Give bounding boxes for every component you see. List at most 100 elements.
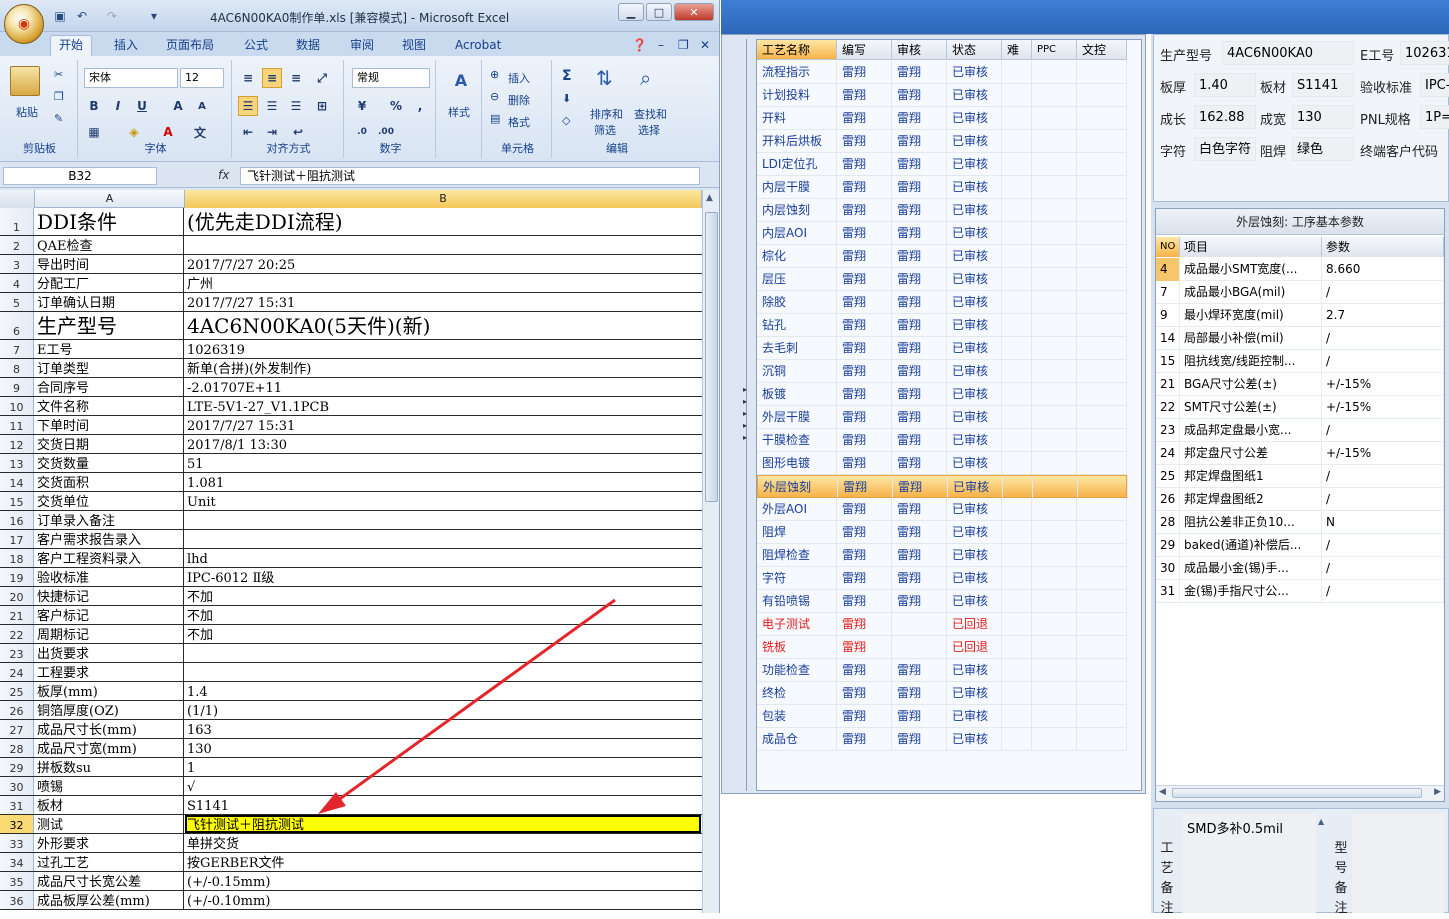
align-right-icon[interactable]: ☰ (286, 96, 306, 116)
cell-b[interactable]: 2017/8/1 13:30 (185, 435, 701, 453)
cell-b[interactable]: 2017/7/27 20:25 (185, 255, 701, 273)
params-row[interactable]: 14 局部最小补偿(mil) / (1156, 327, 1444, 350)
process-row[interactable]: 钻孔 雷翔 雷翔 已审核 (757, 314, 1127, 337)
cell-a[interactable]: E工号 (35, 340, 184, 358)
office-button[interactable]: ◉ (4, 4, 44, 44)
cell-b[interactable]: (+/-0.10mm) (185, 891, 701, 909)
process-row[interactable]: 阻焊检查 雷翔 雷翔 已审核 (757, 544, 1127, 567)
cell-a[interactable]: 导出时间 (35, 255, 184, 273)
params-row[interactable]: 7 成品最小BGA(mil) / (1156, 281, 1444, 304)
row-header[interactable]: 10 (0, 397, 34, 415)
cell-a[interactable]: 订单录入备注 (35, 511, 184, 529)
number-format-select[interactable]: 常规 (352, 68, 430, 88)
process-row[interactable]: 电子测试 雷翔 已回退 (757, 613, 1127, 636)
row-header[interactable]: 23 (0, 644, 34, 662)
cell-b[interactable]: 2017/7/27 15:31 (185, 416, 701, 434)
row-header[interactable]: 2 (0, 236, 34, 254)
cell-b[interactable]: 不加 (185, 606, 701, 624)
params-row[interactable]: 23 成品邦定盘最小宽... / (1156, 419, 1444, 442)
process-row[interactable]: 成品仓 雷翔 雷翔 已审核 (757, 728, 1127, 751)
process-row[interactable]: 开料后烘板 雷翔 雷翔 已审核 (757, 130, 1127, 153)
cell-a[interactable]: 交货日期 (35, 435, 184, 453)
proc-col-difficulty[interactable]: 难 (1002, 40, 1032, 60)
worksheet-grid[interactable]: A B 1 DDI条件 (优先走DDI流程) 2 QAE检查 3 导出时间 2017/7/27… (0, 190, 702, 913)
select-all-corner[interactable] (0, 190, 35, 208)
process-row[interactable]: 功能检查 雷翔 雷翔 已审核 (757, 659, 1127, 682)
orientation-icon[interactable]: ⤢ (312, 68, 332, 88)
shrink-font-icon[interactable]: A (192, 96, 212, 116)
cell-b[interactable]: Unit (185, 492, 701, 510)
borders-icon[interactable]: ▦ (84, 122, 104, 142)
customize-toolbar-icon[interactable]: ▾ (146, 8, 162, 24)
find-select-icon[interactable]: ⌕ (640, 66, 651, 90)
params-row[interactable]: 4 成品最小SMT宽度(... 8.660 (1156, 258, 1444, 281)
percent-icon[interactable]: % (386, 96, 406, 116)
process-row[interactable]: 有铅喷锡 雷翔 雷翔 已审核 (757, 590, 1127, 613)
process-row[interactable]: LDI定位孔 雷翔 雷翔 已审核 (757, 153, 1127, 176)
cell-a[interactable]: 板厚(mm) (35, 682, 184, 700)
cell-a[interactable]: 订单确认日期 (35, 293, 184, 311)
cell-a[interactable]: 快捷标记 (35, 587, 184, 605)
process-row[interactable]: 内层蚀刻 雷翔 雷翔 已审核 (757, 199, 1127, 222)
params-scroll-thumb[interactable] (1172, 788, 1422, 798)
row-header[interactable]: 7 (0, 340, 34, 358)
merge-icon[interactable]: ⊞ (312, 96, 332, 116)
cell-a[interactable]: 交货面积 (35, 473, 184, 491)
params-col-no[interactable]: NO (1156, 237, 1180, 257)
cell-b[interactable]: 不加 (185, 587, 701, 605)
cell-b[interactable] (185, 236, 701, 254)
cell-a[interactable]: 下单时间 (35, 416, 184, 434)
process-row[interactable]: 干膜检查 雷翔 雷翔 已审核 (757, 429, 1127, 452)
cell-b[interactable]: √ (185, 777, 701, 795)
grow-font-icon[interactable]: A (168, 96, 188, 116)
row-header[interactable]: 34 (0, 853, 34, 871)
cell-b[interactable]: 单拼交货 (185, 834, 701, 852)
cell-a[interactable]: 周期标记 (35, 625, 184, 643)
cell-b[interactable]: 2017/7/27 15:31 (185, 293, 701, 311)
row-header[interactable]: 20 (0, 587, 34, 605)
align-bottom-icon[interactable]: ≡ (286, 68, 306, 88)
cell-a[interactable]: 成品尺寸长宽公差 (35, 872, 184, 890)
font-name-select[interactable]: 宋体 (84, 68, 178, 88)
cell-b[interactable]: (+/-0.15mm) (185, 872, 701, 890)
insert-cells-button[interactable]: 插入 (508, 70, 530, 86)
save-icon[interactable]: ▣ (52, 8, 68, 24)
wrap-text-icon[interactable]: ↩ (288, 122, 308, 142)
ribbon-restore-icon[interactable]: ❐ (678, 36, 689, 56)
process-row[interactable]: 层压 雷翔 雷翔 已审核 (757, 268, 1127, 291)
cell-b[interactable]: LTE-5V1-27_V1.1PCB (185, 397, 701, 415)
cell-a[interactable]: 分配工厂 (35, 274, 184, 292)
cell-a[interactable]: 交货单位 (35, 492, 184, 510)
row-header[interactable]: 14 (0, 473, 34, 491)
params-row[interactable]: 28 阻抗公差非正负10... N (1156, 511, 1444, 534)
find-select-button-line2[interactable]: 选择 (638, 122, 660, 138)
tab-insert[interactable]: 插入 (114, 36, 138, 56)
scrollbar-thumb[interactable] (705, 212, 718, 502)
clear-icon[interactable]: ◇ (562, 114, 570, 127)
row-header[interactable]: 1 (0, 208, 34, 235)
cell-b[interactable]: 1026319 (185, 340, 701, 358)
font-color-icon[interactable]: A (158, 122, 178, 142)
cell-b[interactable]: S1141 (185, 796, 701, 814)
format-cells-icon[interactable]: ▤ (490, 112, 500, 125)
tab-data[interactable]: 数据 (296, 36, 320, 56)
cell-a[interactable]: 板材 (35, 796, 184, 814)
row-header[interactable]: 15 (0, 492, 34, 510)
delete-cells-icon[interactable]: ⊖ (490, 90, 499, 103)
cell-b[interactable]: 163 (185, 720, 701, 738)
cell-a[interactable]: 工程要求 (35, 663, 184, 681)
params-row[interactable]: 21 BGA尺寸公差(±) +/-15% (1156, 373, 1444, 396)
cell-a[interactable]: 成品板厚公差(mm) (35, 891, 184, 909)
align-center-icon[interactable]: ☰ (262, 96, 282, 116)
cell-a[interactable]: 成品尺寸宽(mm) (35, 739, 184, 757)
sort-filter-icon[interactable]: ⇅ (596, 66, 613, 90)
cell-a[interactable]: QAE检查 (35, 236, 184, 254)
panel-splitter[interactable]: ▸ ▸ ▸ ▸ ▸ (743, 39, 754, 791)
cell-a[interactable]: 生产型号 (35, 312, 184, 339)
params-row[interactable]: 25 邦定焊盘图纸1/ (1156, 465, 1444, 488)
cell-a[interactable]: 喷锡 (35, 777, 184, 795)
params-row[interactable]: 22 SMT尺寸公差(±) +/-15% (1156, 396, 1444, 419)
align-middle-icon[interactable]: ≡ (262, 68, 282, 88)
help-icon[interactable]: ❓ (632, 36, 647, 56)
proc-col-status[interactable]: 状态 (947, 40, 1002, 60)
